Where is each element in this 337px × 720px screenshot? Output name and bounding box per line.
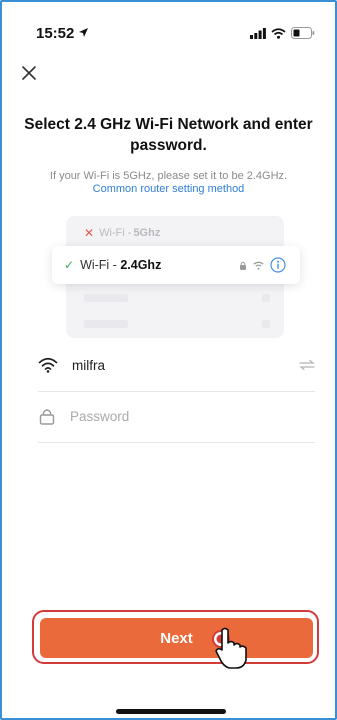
- skeleton-line: [84, 320, 128, 328]
- router-setting-link[interactable]: Common router setting method: [12, 183, 325, 195]
- skeleton-line: [84, 294, 128, 302]
- page-title: Select 2.4 GHz Wi-Fi Network and enter p…: [24, 116, 313, 154]
- illustration-row-24g: ✓ Wi-Fi - 2.4Ghz: [52, 246, 300, 284]
- password-placeholder: Password: [70, 408, 130, 424]
- info-icon: [270, 257, 286, 273]
- hand-cursor-icon: [212, 627, 247, 669]
- wifi-icon: [38, 357, 58, 373]
- skeleton-dot: [262, 294, 270, 302]
- illustration-row-5g: ✕ Wi-Fi - 5Ghz: [84, 226, 160, 240]
- skeleton-dot: [262, 320, 270, 328]
- illustration-24g-label: Wi-Fi - 2.4Ghz: [80, 258, 161, 272]
- next-button-label: Next: [160, 629, 193, 647]
- illustration-5g-band: 5Ghz: [133, 227, 161, 239]
- divider: [38, 442, 315, 443]
- wifi-name-value: milfra: [72, 357, 105, 373]
- app-frame: 15:52 Select 2.4 GHz Wi-Fi Network and e…: [0, 0, 337, 720]
- next-button[interactable]: Next: [40, 618, 313, 658]
- status-time: 15:52: [36, 25, 75, 42]
- divider: [38, 391, 315, 392]
- subtitle-text: If your Wi-Fi is 5GHz, please set it to …: [49, 170, 288, 182]
- home-indicator: [116, 709, 226, 714]
- illustration-24g-band: 2.4Ghz: [120, 258, 162, 272]
- close-icon: [22, 66, 36, 80]
- illustration-24g-prefix: Wi-Fi -: [80, 258, 121, 272]
- location-arrow-icon: [79, 28, 88, 37]
- cellular-signal-icon: [250, 27, 266, 39]
- cross-icon: ✕: [84, 226, 95, 240]
- wifi-name-row[interactable]: milfra: [38, 345, 315, 385]
- illustration-24g-icons: [239, 257, 286, 273]
- status-bar: 15:52: [2, 2, 335, 46]
- close-button[interactable]: [18, 62, 40, 84]
- battery-icon: [291, 27, 315, 39]
- wifi-signal-icon: [253, 261, 264, 270]
- wifi-status-icon: [271, 27, 286, 39]
- check-icon: ✓: [64, 258, 75, 272]
- illustration-5g-prefix: Wi-Fi -: [99, 227, 132, 239]
- switch-network-icon[interactable]: [299, 359, 315, 371]
- password-field[interactable]: Password: [38, 396, 315, 436]
- lock-icon: [39, 409, 55, 425]
- lock-icon: [240, 261, 246, 270]
- status-icons: [250, 27, 315, 39]
